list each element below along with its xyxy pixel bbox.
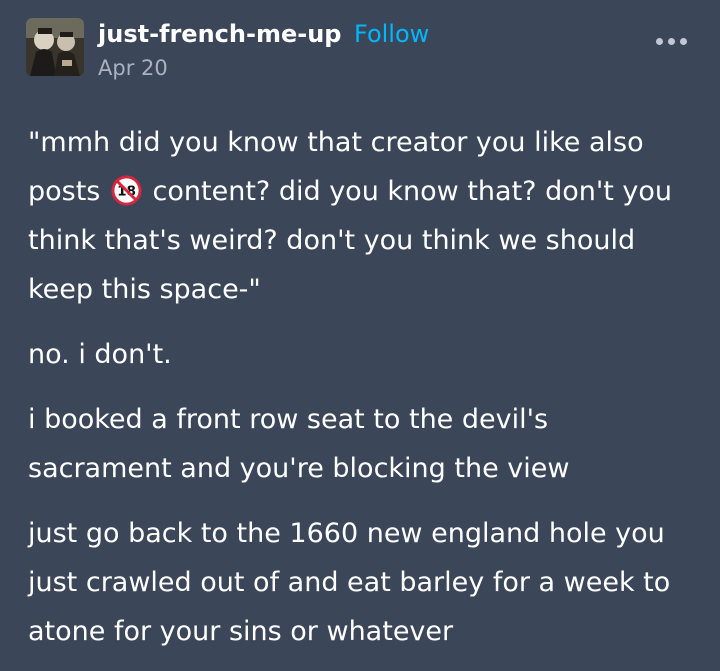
post-date: Apr 20 (98, 56, 168, 80)
no-under-18-icon: 18 (111, 174, 142, 206)
post-paragraph-4: just go back to the 1660 new england hol… (28, 518, 671, 647)
post-paragraph-2: no. i don't. (28, 339, 172, 370)
blog-name-link[interactable]: just-french-me-up (98, 20, 341, 48)
blog-avatar[interactable] (26, 18, 84, 76)
more-icon[interactable] (654, 28, 690, 52)
post-header: just-french-me-up Follow Apr 20 (26, 18, 694, 82)
follow-button[interactable]: Follow (354, 20, 429, 48)
post-paragraph-3: i booked a front row seat to the devil's… (28, 404, 570, 484)
post-paragraph-1: "mmh did you know that creator you like … (28, 118, 698, 314)
post-card: just-french-me-up Follow Apr 20 "mmh did… (0, 0, 720, 671)
post-body: "mmh did you know that creator you like … (28, 118, 698, 671)
